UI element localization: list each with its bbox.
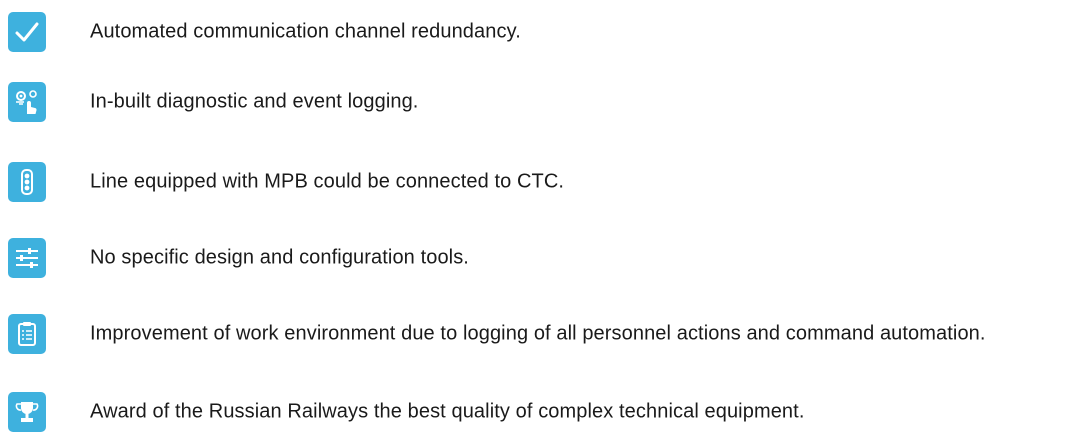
feature-list: Automated communication channel redundan…	[0, 0, 1090, 432]
feature-text: Line equipped with MPB could be connecte…	[90, 170, 565, 193]
feature-text: Automated communication channel redundan…	[90, 20, 521, 43]
gears-touch-icon	[8, 82, 46, 122]
sliders-icon	[8, 238, 46, 278]
feature-item: Automated communication channel redundan…	[0, 12, 1090, 52]
feature-item: Line equipped with MPB could be connecte…	[0, 162, 1090, 202]
checkmark-icon	[8, 12, 46, 52]
feature-item: Award of the Russian Railways the best q…	[0, 392, 1090, 432]
feature-text: Improvement of work environment due to l…	[90, 322, 986, 345]
clipboard-list-icon	[8, 314, 46, 354]
trophy-icon	[8, 392, 46, 432]
feature-item: In-built diagnostic and event logging.	[0, 82, 1090, 122]
traffic-light-icon	[8, 162, 46, 202]
feature-text: No specific design and configuration too…	[90, 246, 469, 269]
feature-item: Improvement of work environment due to l…	[0, 314, 1090, 354]
feature-item: No specific design and configuration too…	[0, 238, 1090, 278]
feature-text: Award of the Russian Railways the best q…	[90, 400, 805, 423]
feature-text: In-built diagnostic and event logging.	[90, 90, 419, 113]
